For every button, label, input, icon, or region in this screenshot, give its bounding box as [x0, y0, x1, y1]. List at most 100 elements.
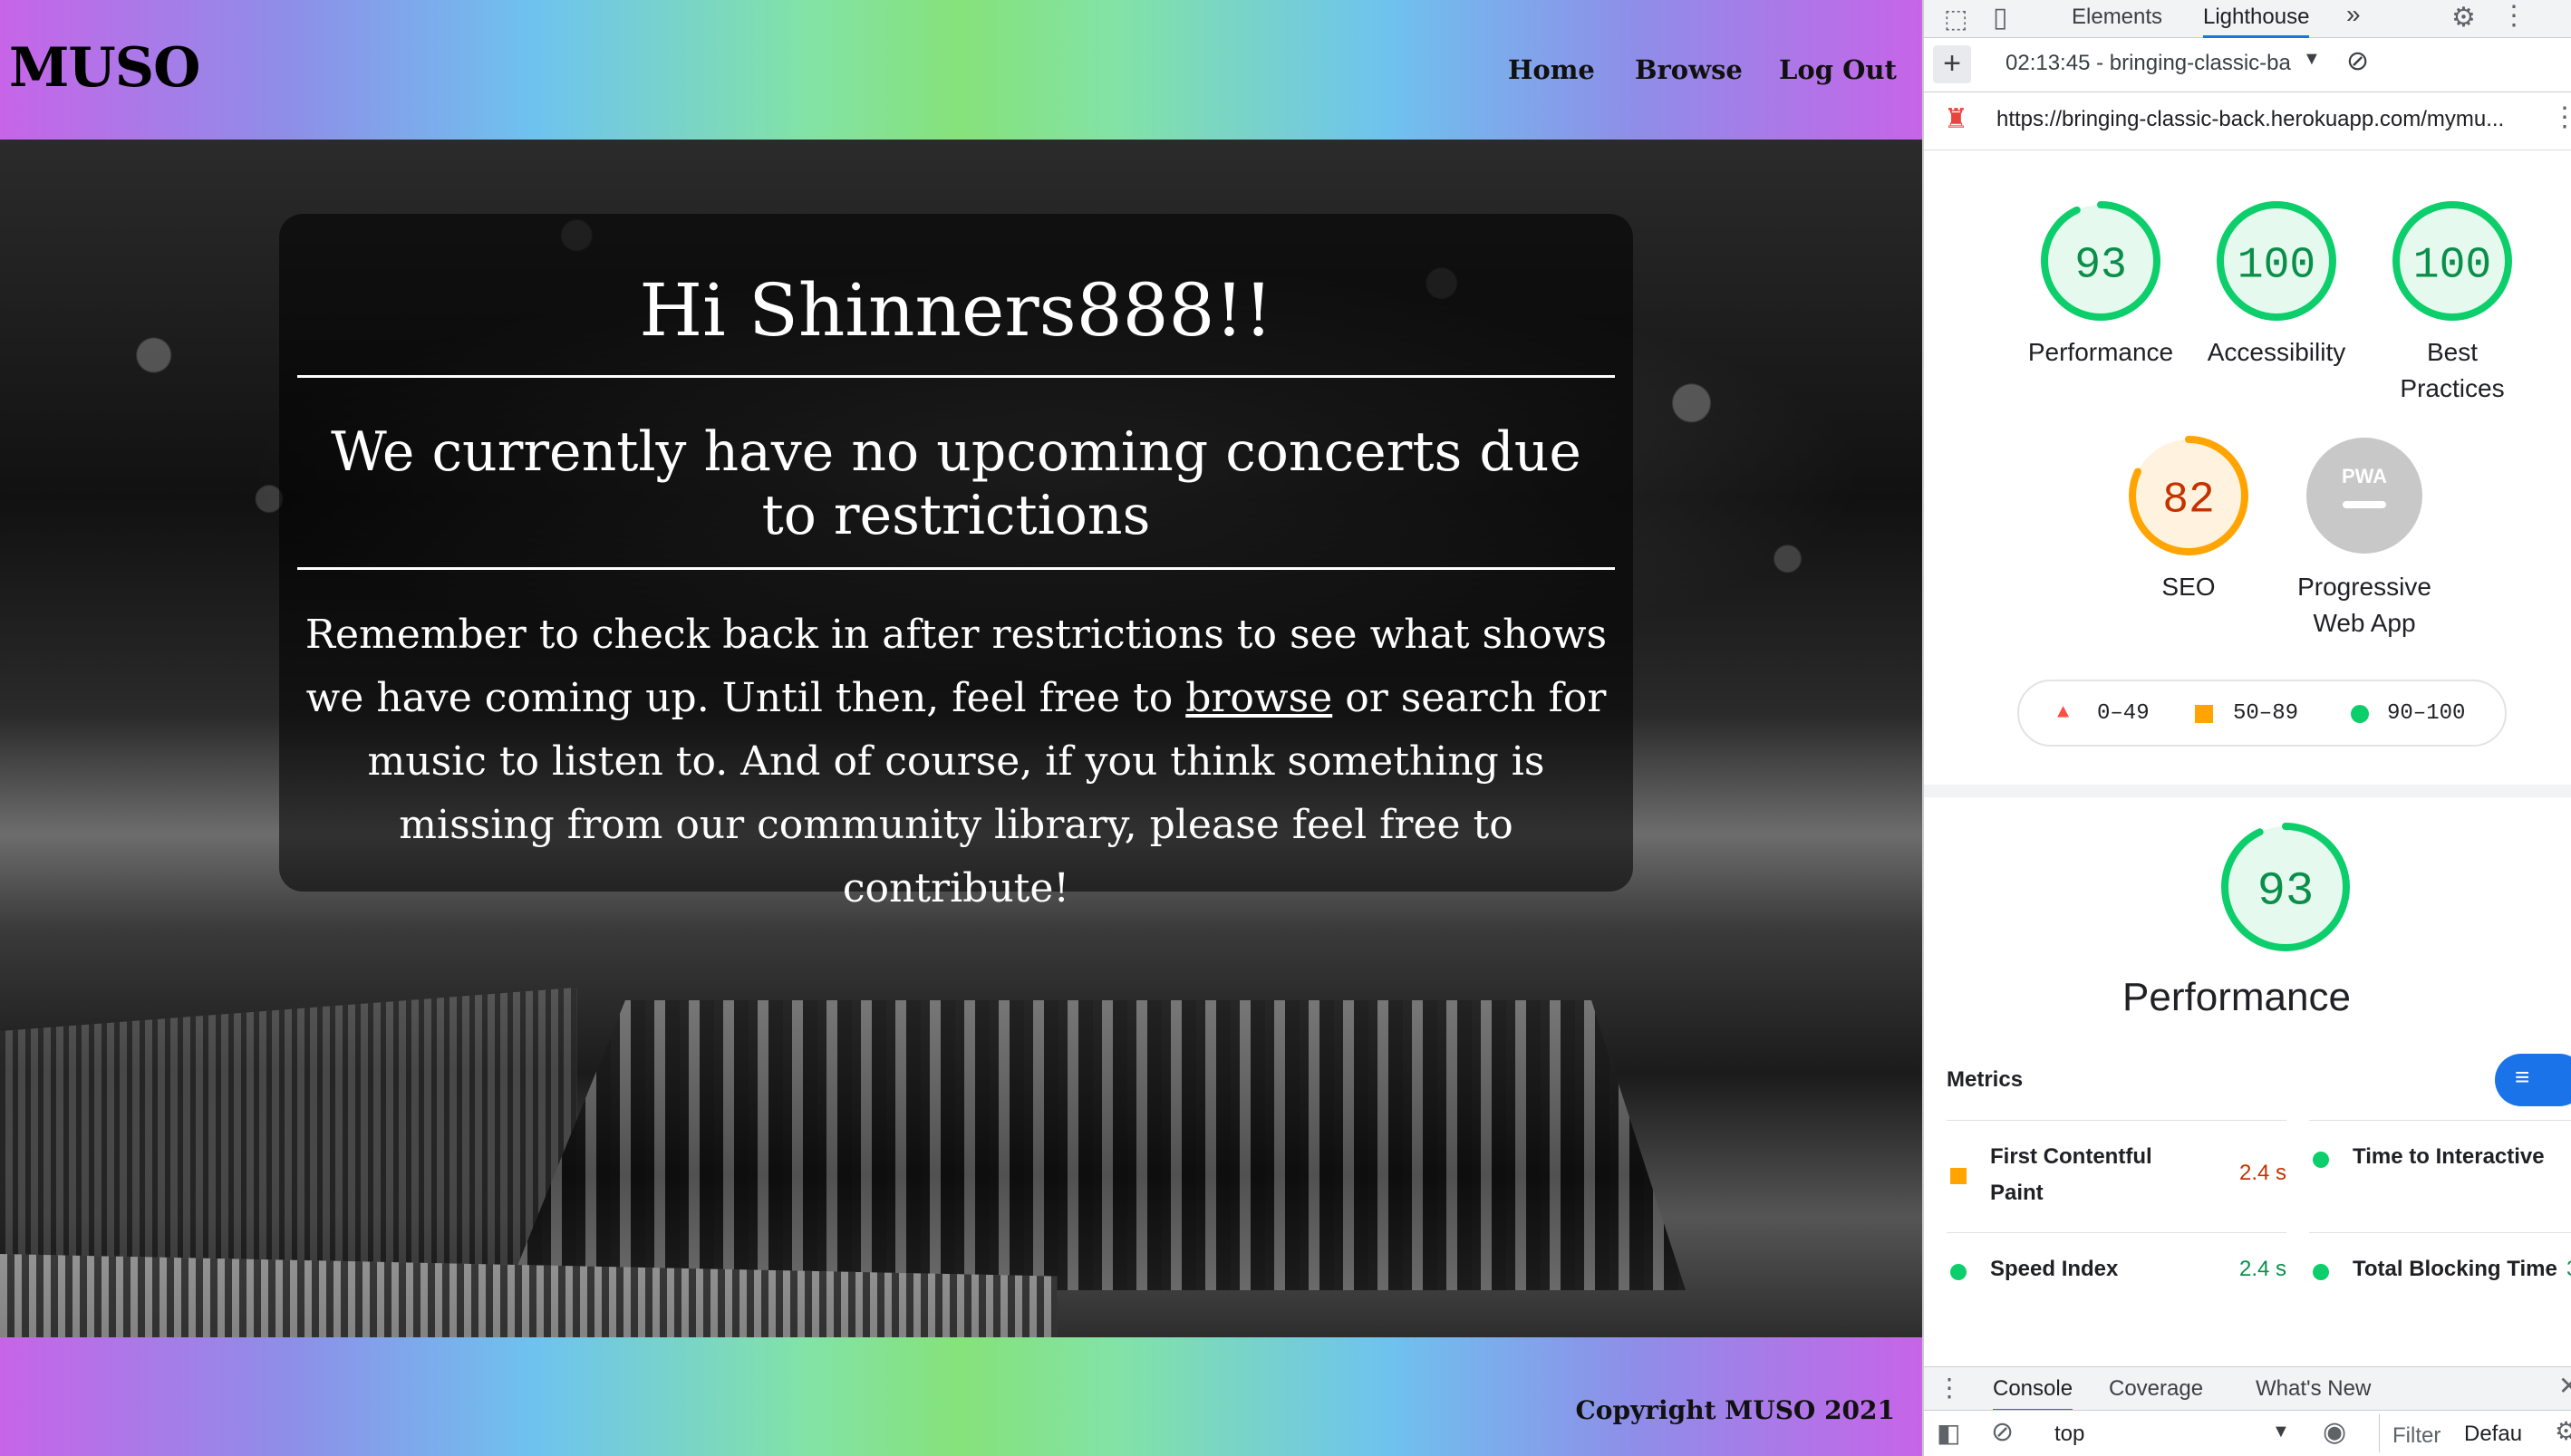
nav-logout-link[interactable]: Log Out [1779, 54, 1897, 85]
gauge-label: Progressive Web App [2297, 573, 2431, 637]
nav-home-link[interactable]: Home [1508, 54, 1595, 85]
performance-detail-ring: 93 [2221, 823, 2350, 951]
clear-console-icon[interactable]: ⊘ [1991, 1416, 2014, 1448]
fail-triangle-icon: ▲ [2057, 701, 2070, 724]
gauge-label: Best Practices [2400, 338, 2505, 402]
site-footer: Copyright MUSO 2021 [0, 1337, 1922, 1456]
welcome-message: Remember to check back in after restrict… [297, 603, 1615, 921]
pwa-badge-circle [2306, 438, 2422, 554]
average-square-icon [2195, 705, 2213, 723]
pwa-dash [2343, 501, 2386, 508]
lighthouse-toolbar: + 02:13:45 - bringing-classic-ba ▼ ⊘ [1924, 38, 2571, 92]
console-filter-input[interactable]: Filter [2379, 1414, 2451, 1452]
gauge-score: 93 [2257, 865, 2314, 919]
url-options-icon[interactable]: ⋮ [2551, 101, 2571, 133]
lighthouse-logo-icon: ♜ [1944, 104, 1968, 134]
legend-range-average: 50–89 [2233, 701, 2299, 726]
console-settings-icon[interactable]: ⚙ [2555, 1416, 2571, 1446]
pwa-badge: PWA [2306, 438, 2422, 554]
context-dropdown-arrow-icon[interactable]: ▼ [2272, 1422, 2290, 1442]
gauge-score: 100 [2413, 241, 2491, 290]
gauge-accessibility[interactable]: 100 Accessibility [2190, 198, 2363, 371]
legend-range-pass: 90–100 [2387, 701, 2466, 726]
sidebar-toggle-icon[interactable]: ◧ [1937, 1418, 1960, 1448]
live-expression-eye-icon[interactable]: ◉ [2323, 1416, 2346, 1448]
inspect-element-icon[interactable]: ⬚ [1944, 4, 1967, 34]
section-divider [1924, 785, 2571, 797]
drawer-menu-icon[interactable]: ⋮ [1937, 1373, 1962, 1403]
copyright-text: Copyright MUSO 2021 [1575, 1395, 1895, 1425]
tab-elements[interactable]: Elements [2072, 5, 2162, 30]
new-report-plus-icon[interactable]: + [1933, 45, 1971, 83]
gauge-ring: 100 [2392, 201, 2512, 321]
console-toolbar: ◧ ⊘ top ▼ ◉ Filter Defau ⚙ [1924, 1410, 2571, 1456]
pwa-badge-text: PWA [2342, 465, 2387, 487]
gauge-ring: 100 [2217, 201, 2336, 321]
metric-name: Time to Interactive [2353, 1144, 2545, 1169]
more-tabs-button[interactable]: » [2346, 0, 2361, 29]
performance-detail-gauge: 93 [2218, 819, 2354, 959]
gauge-score: 93 [2074, 241, 2127, 290]
device-toolbar-icon[interactable]: ▯ [1993, 2, 2008, 34]
drawer-tab-whats-new[interactable]: What's New [2256, 1376, 2371, 1402]
devtools-panel: ⬚ ▯ Elements Lighthouse » ⚙ ⋮ + 02:13:45… [1922, 0, 2571, 1456]
metrics-heading: Metrics [1947, 1067, 2024, 1092]
gauge-best-practices[interactable]: 100 Best Practices [2366, 198, 2538, 407]
metric-value: 2.4 s [2238, 1257, 2286, 1281]
heading-divider [297, 375, 1615, 378]
tab-lighthouse[interactable]: Lighthouse [2203, 5, 2310, 39]
pass-circle-icon [2313, 1152, 2329, 1168]
metrics-view-toggle[interactable]: ≡ [2495, 1054, 2571, 1106]
close-drawer-icon[interactable]: ✕ [2558, 1371, 2571, 1401]
settings-gear-icon[interactable]: ⚙ [2451, 2, 2476, 34]
pass-circle-icon [2351, 705, 2369, 723]
gauge-label: Accessibility [2207, 338, 2346, 366]
gauge-pwa[interactable]: PWA Progressive Web App [2278, 432, 2450, 641]
gauge-score: 82 [2162, 476, 2215, 525]
nav-browse-link[interactable]: Browse [1635, 54, 1743, 85]
gauge-seo[interactable]: 82 SEO [2102, 432, 2275, 605]
gauge-score: 100 [2238, 241, 2315, 290]
metric-value: 3 [2566, 1257, 2571, 1282]
drawer-tab-coverage[interactable]: Coverage [2109, 1376, 2203, 1402]
metric-time-to-interactive: Time to Interactive [2309, 1120, 2571, 1232]
welcome-card: Hi Shinners888!! We currently have no up… [279, 214, 1633, 911]
clear-reports-icon[interactable]: ⊘ [2346, 45, 2369, 77]
legend-range-fail: 0–49 [2097, 701, 2150, 726]
metric-name: First Contentful Paint [1990, 1144, 2152, 1205]
site-brand-logo[interactable]: MUSO [9, 36, 200, 100]
more-options-icon[interactable]: ⋮ [2500, 0, 2528, 32]
website-viewport: MUSO Home Browse Log Out Hi Shinners888!… [0, 0, 1922, 1456]
devtools-tab-bar: ⬚ ▯ Elements Lighthouse » ⚙ ⋮ [1924, 0, 2571, 39]
log-level-selector[interactable]: Defau [2464, 1422, 2522, 1447]
metric-name: Speed Index [1990, 1257, 2119, 1281]
greeting-heading: Hi Shinners888!! [639, 268, 1273, 352]
drawer-tab-bar: ⋮ Console Coverage What's New ✕ [1924, 1366, 2571, 1413]
audited-url[interactable]: https://bringing-classic-back.herokuapp.… [1996, 107, 2504, 132]
pass-circle-icon [1950, 1264, 1967, 1280]
concerts-notice: We currently have no upcoming concerts d… [331, 420, 1581, 547]
pass-circle-icon [2313, 1264, 2329, 1280]
metric-first-contentful-paint: First Contentful Paint 2.4 s [1947, 1120, 2286, 1232]
gauge-label: SEO [2161, 573, 2216, 601]
metric-name: Total Blocking Time [2353, 1257, 2557, 1281]
browse-link[interactable]: browse [1185, 675, 1332, 721]
metric-total-blocking-time: Total Blocking Time 3 [2309, 1232, 2571, 1345]
site-navbar: MUSO Home Browse Log Out [0, 0, 1922, 140]
gauge-ring: 82 [2129, 436, 2248, 555]
metric-value: 2.4 s [2238, 1161, 2286, 1185]
hero-section: Hi Shinners888!! We currently have no up… [0, 140, 1922, 1456]
score-legend: ▲ 0–49 50–89 90–100 [2017, 680, 2507, 747]
drawer-tab-console[interactable]: Console [1993, 1376, 2073, 1413]
metric-speed-index: Speed Index 2.4 s [1947, 1232, 2286, 1345]
orchestra-stage-image [507, 1000, 1686, 1290]
report-selector[interactable]: 02:13:45 - bringing-classic-ba [2006, 51, 2291, 76]
list-view-icon: ≡ [2515, 1063, 2530, 1091]
audited-url-bar: ♜ https://bringing-classic-back.herokuap… [1924, 92, 2571, 150]
context-selector[interactable]: top [2054, 1422, 2084, 1447]
report-dropdown-arrow-icon[interactable]: ▼ [2303, 49, 2321, 70]
gauge-label: Performance [2027, 338, 2174, 366]
performance-section-title: Performance [2122, 975, 2351, 1019]
gauge-ring: 93 [2041, 201, 2160, 321]
gauge-performance[interactable]: 93 Performance [2015, 198, 2187, 371]
